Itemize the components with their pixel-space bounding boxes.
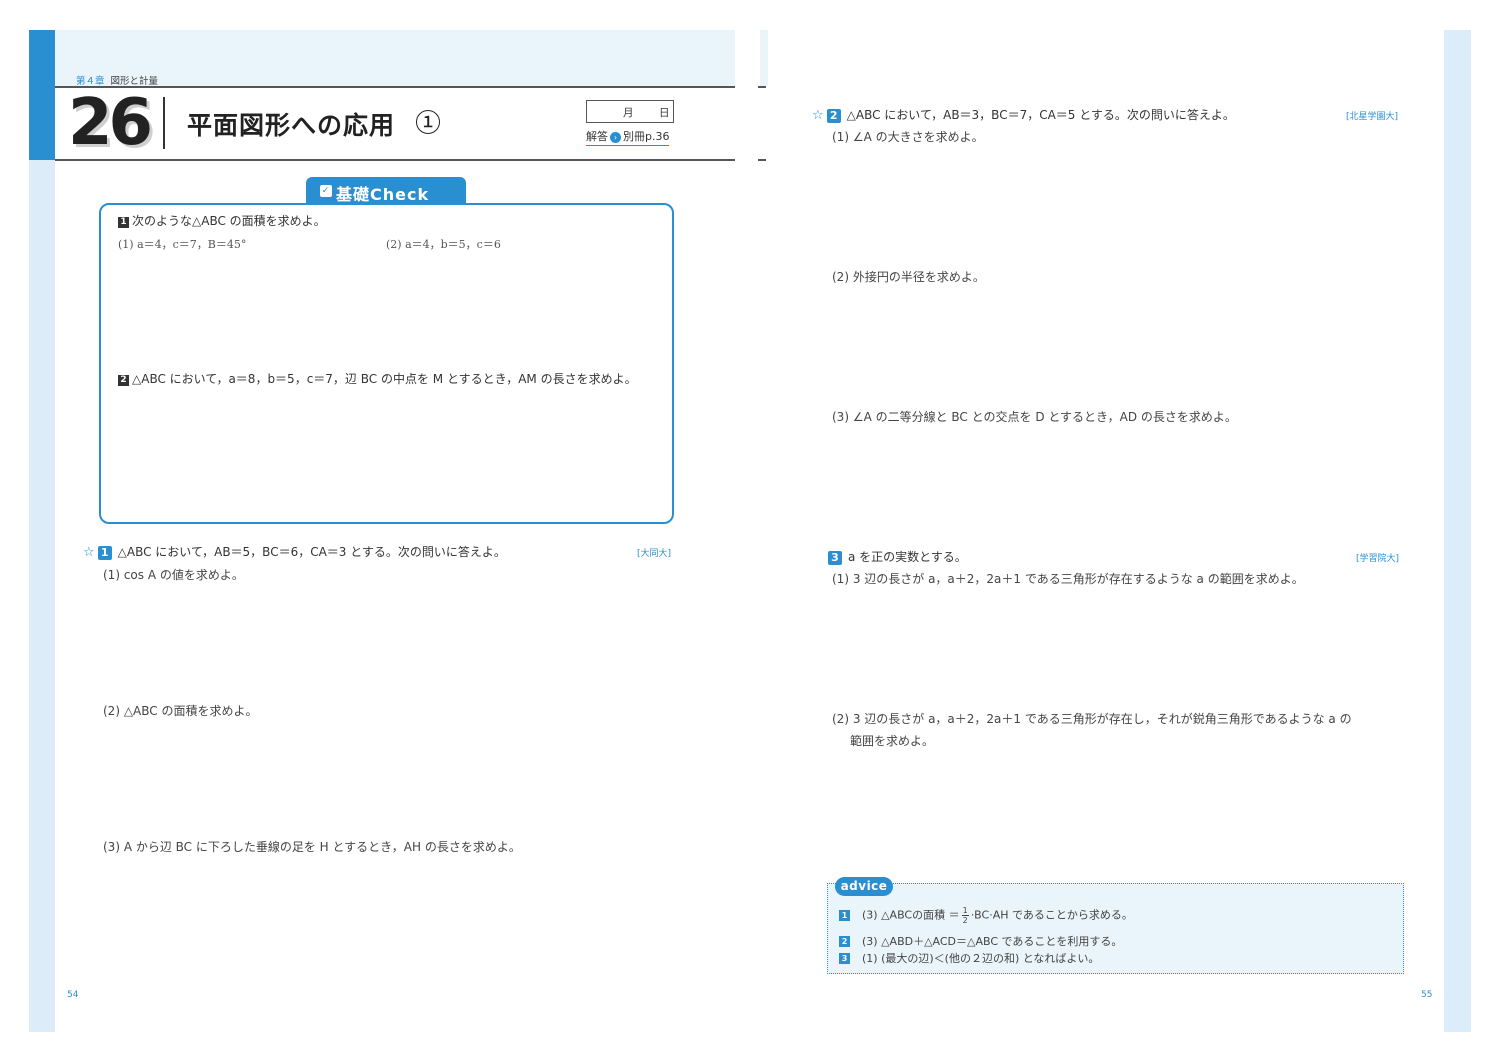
problem-2-sub1: (1) ∠A の大きさを求めよ。 [832, 130, 984, 144]
advice-item-1: 1 (3) △ABCの面積 ＝ 1 2 ·BC·AH であることから求める。 [839, 906, 1133, 925]
date-month: 月 [623, 107, 634, 119]
problem-3-number: 3 [828, 551, 842, 565]
advice-item-3: 3 (1) (最大の辺)＜(他の２辺の和) となればよい。 [839, 950, 1099, 966]
page-number-right: 55 [1421, 990, 1433, 1000]
advice-item-1-number: 1 [839, 909, 850, 921]
lesson-number: 26 [68, 86, 153, 160]
chapter-tab-stripe [29, 30, 55, 160]
problem-3: 3 a を正の実数とする。 [828, 548, 967, 565]
arrow-right-icon: › [610, 131, 621, 143]
check-q1: 1 次のような△ABC の面積を求めよ。 [118, 212, 326, 229]
check-q2-number: 2 [118, 375, 129, 386]
problem-1-text: △ABC において，AB＝5，BC＝6，CA＝3 とする。次の問いに答えよ。 [117, 545, 506, 559]
advice-badge: advice [835, 877, 893, 896]
check-q1-text: 次のような△ABC の面積を求めよ。 [132, 214, 326, 228]
answer-label: 解答 [586, 130, 608, 143]
header-bottom-rule [55, 159, 735, 161]
problem-2-number: 2 [826, 109, 841, 123]
fraction-one-half: 12 [961, 906, 969, 925]
advice-item-1-pre: (3) △ABCの面積 ＝ [862, 908, 960, 922]
check-q2: 2 △ABC において，a＝8，b＝5，c＝7，辺 BC の中点を M とするとき… [118, 370, 637, 387]
basic-check-label: 基礎Check [336, 185, 430, 204]
fraction-denominator: 2 [962, 916, 968, 925]
right-margin-stripe [1444, 30, 1471, 1032]
title-divider [163, 97, 165, 149]
problem-3-sub1: (1) 3 辺の長さが a，a＋2，2a＋1 である三角形が存在するような a … [832, 572, 1304, 586]
check-q2-text: △ABC において，a＝8，b＝5，c＝7，辺 BC の中点を M とするとき，… [132, 372, 637, 386]
date-day: 日 [659, 107, 670, 119]
problem-1: ☆ 1 △ABC において，AB＝5，BC＝6，CA＝3 とする。次の問いに答えよ。 [83, 543, 506, 560]
problem-3-sub2-line2: 範囲を求めよ。 [850, 734, 935, 748]
right-bottom-rule [758, 159, 766, 161]
advice-item-2-number: 2 [839, 936, 850, 947]
basic-check-tab: ✓ 基礎Check [306, 177, 466, 205]
checkbox-icon: ✓ [320, 185, 332, 197]
advice-item-2: 2 (3) △ABD＋△ACD＝△ABC であることを利用する。 [839, 933, 1122, 949]
problem-1-sub1: (1) cos A の値を求めよ。 [103, 568, 244, 582]
problem-2-sub2: (2) 外接円の半径を求めよ。 [832, 270, 985, 284]
problem-3-source: [学習院大] [1356, 554, 1400, 564]
advice-item-2-text: (3) △ABD＋△ACD＝△ABC であることを利用する。 [862, 935, 1123, 948]
fraction-numerator: 1 [961, 906, 969, 916]
advice-item-1-post: ·BC·AH であることから求める。 [970, 908, 1133, 922]
right-header-band [760, 30, 768, 86]
problem-2-source: [北星学園大] [1346, 112, 1399, 122]
star-icon: ☆ [812, 108, 824, 123]
problem-2-text: △ABC において，AB＝3，BC＝7，CA＝5 とする。次の問いに答えよ。 [846, 108, 1235, 122]
right-top-rule [758, 86, 766, 88]
lesson-title: 平面図形への応用 [187, 111, 396, 140]
problem-1-number: 1 [97, 546, 112, 560]
left-margin-stripe [29, 30, 55, 1032]
advice-item-3-number: 3 [839, 953, 850, 964]
lesson-part-circle: １ [416, 110, 440, 134]
chapter-label: 第４章 図形と計量 [76, 73, 158, 87]
check-q1-part2: (2) a＝4，b＝5，c＝6 [386, 238, 501, 251]
answer-reference: 解答 › 別冊p.36 [586, 128, 670, 146]
advice-item-3-text: (1) (最大の辺)＜(他の２辺の和) となればよい。 [862, 952, 1100, 965]
star-icon: ☆ [83, 545, 95, 560]
date-box: 月 日 [586, 100, 674, 123]
problem-1-sub3: (3) A から辺 BC に下ろした垂線の足を H とするとき，AH の長さを求… [103, 840, 521, 854]
problem-3-sub2-line1: (2) 3 辺の長さが a，a＋2，2a＋1 である三角形が存在し，それが鋭角三… [832, 712, 1352, 726]
page-number-left: 54 [67, 990, 79, 1000]
problem-3-text: a を正の実数とする。 [848, 550, 967, 564]
problem-2: ☆ 2 △ABC において，AB＝3，BC＝7，CA＝5 とする。次の問いに答えよ。 [812, 106, 1235, 123]
problem-2-sub3: (3) ∠A の二等分線と BC との交点を D とするとき，AD の長さを求め… [832, 410, 1237, 424]
check-q1-part1: (1) a＝4，c＝7，B＝45° [118, 238, 247, 251]
check-q1-number: 1 [118, 217, 129, 228]
answer-page: 別冊p.36 [623, 130, 670, 143]
problem-1-source: [大同大] [637, 549, 672, 559]
problem-1-sub2: (2) △ABC の面積を求めよ。 [103, 704, 258, 718]
